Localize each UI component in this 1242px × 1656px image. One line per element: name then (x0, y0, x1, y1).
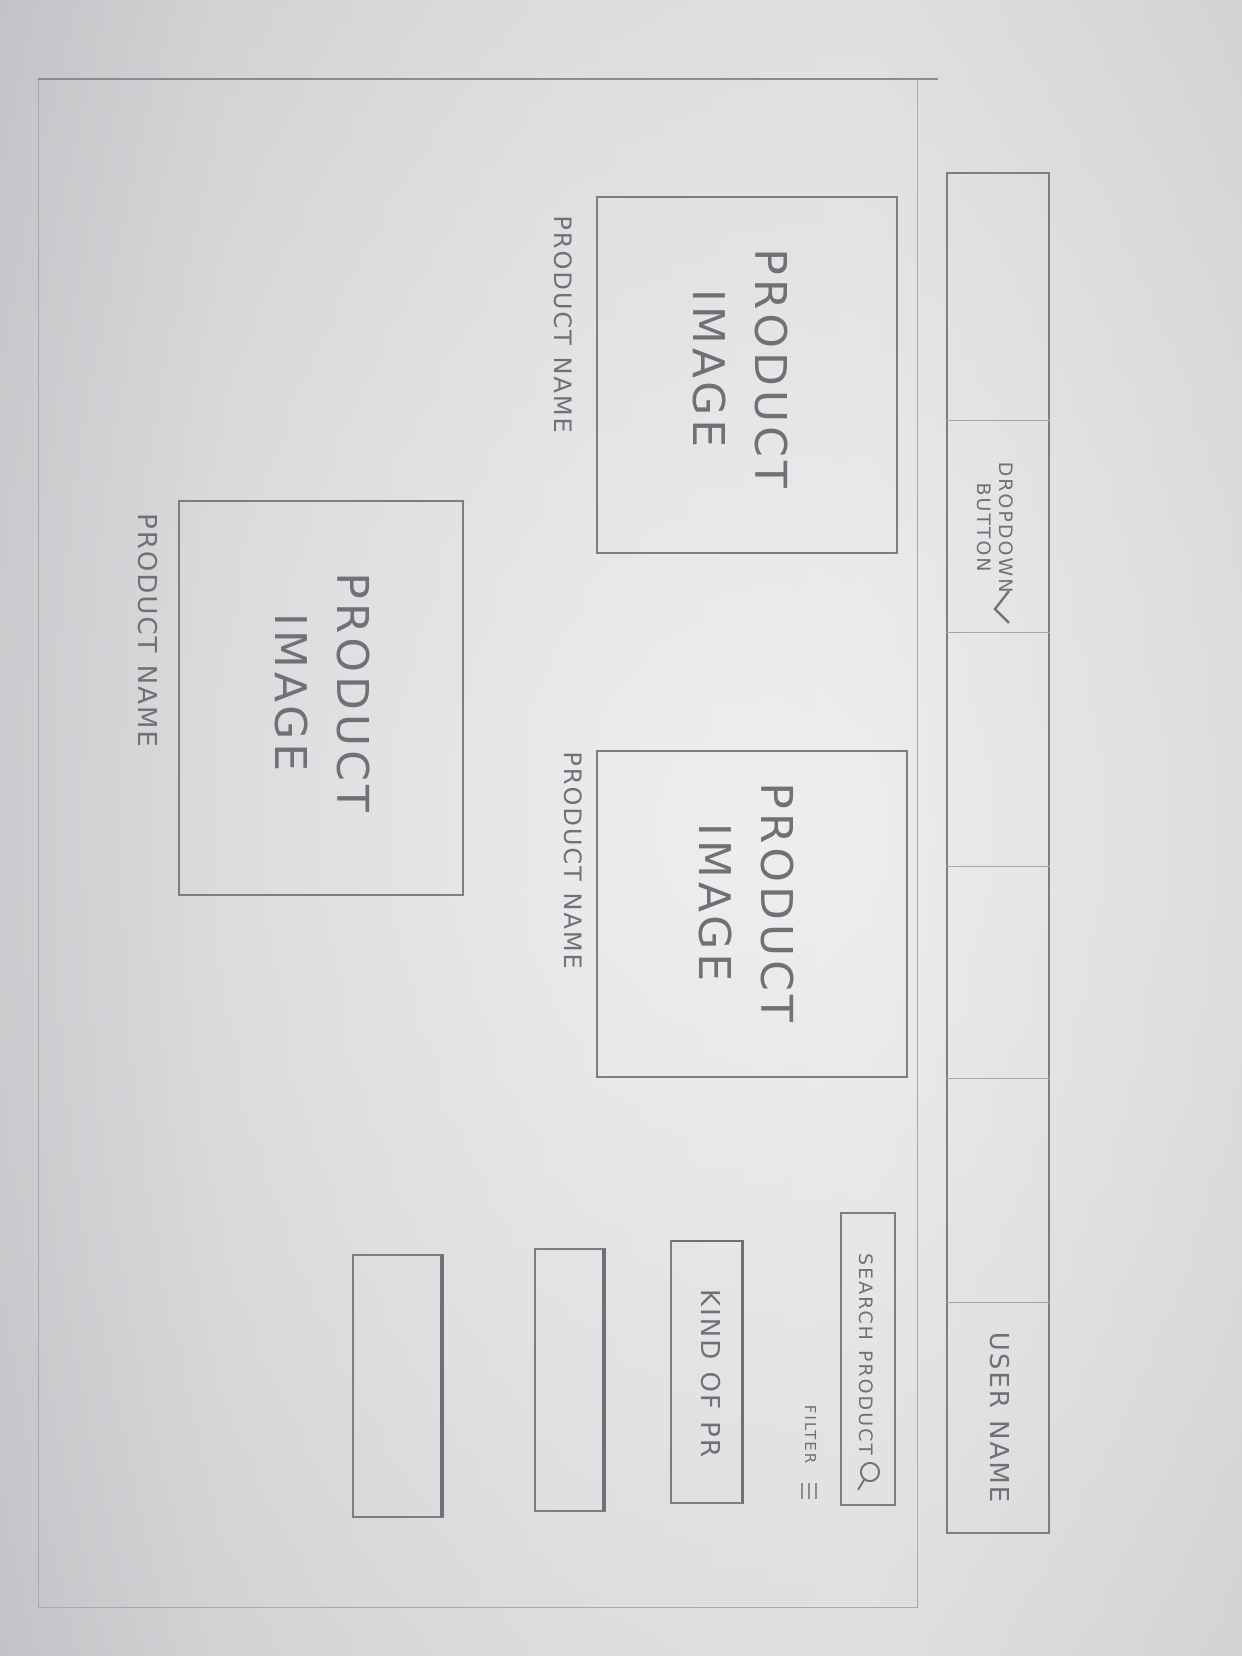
header-divider (946, 866, 1050, 867)
header-divider (946, 1078, 1050, 1079)
filter-button[interactable]: FILTER (790, 1400, 830, 1510)
kind-of-product-label: KIND OF PR (694, 1289, 724, 1459)
product-image-line2: IMAGE (682, 288, 733, 452)
product-card[interactable]: PRODUCT IMAGE PRODUCT NAME (540, 748, 910, 1078)
search-icon (857, 1462, 880, 1491)
product-image: PRODUCT IMAGE (178, 500, 464, 896)
product-image: PRODUCT IMAGE (596, 750, 908, 1078)
search-placeholder: SEARCH PRODUCT (854, 1253, 876, 1457)
page-frame-top-edge (38, 78, 938, 118)
product-image-label: PRODUCT IMAGE (258, 514, 382, 874)
filter-option-box[interactable] (534, 1248, 606, 1512)
filter-option-box[interactable] (352, 1254, 444, 1518)
product-name: PRODUCT NAME (558, 751, 586, 971)
product-image-line2: IMAGE (264, 612, 315, 776)
filter-label: FILTER (801, 1404, 819, 1466)
product-image-label: PRODUCT IMAGE (682, 724, 806, 1084)
search-input[interactable]: SEARCH PRODUCT (840, 1212, 896, 1506)
user-name[interactable]: USER NAME (946, 1302, 1050, 1534)
chevron-down-icon (993, 590, 1010, 624)
product-card[interactable]: PRODUCT IMAGE PRODUCT NAME (540, 190, 900, 560)
product-image: PRODUCT IMAGE (596, 196, 898, 554)
product-image-label: PRODUCT IMAGE (676, 190, 800, 550)
header-divider (946, 632, 1050, 633)
product-image-line1: PRODUCT (326, 572, 377, 816)
product-image-line1: PRODUCT (750, 782, 801, 1026)
dropdown-button[interactable]: DROPDOWN BUTTON (946, 420, 1050, 632)
hamburger-icon (801, 1483, 817, 1499)
product-image-line2: IMAGE (688, 822, 739, 986)
product-name: PRODUCT NAME (131, 513, 161, 749)
kind-of-product-filter[interactable]: KIND OF PR (670, 1240, 744, 1504)
product-card[interactable]: PRODUCT IMAGE PRODUCT NAME (120, 496, 470, 906)
product-image-line1: PRODUCT (744, 248, 795, 492)
product-name: PRODUCT NAME (548, 215, 576, 435)
user-name-label: USER NAME (983, 1331, 1013, 1505)
